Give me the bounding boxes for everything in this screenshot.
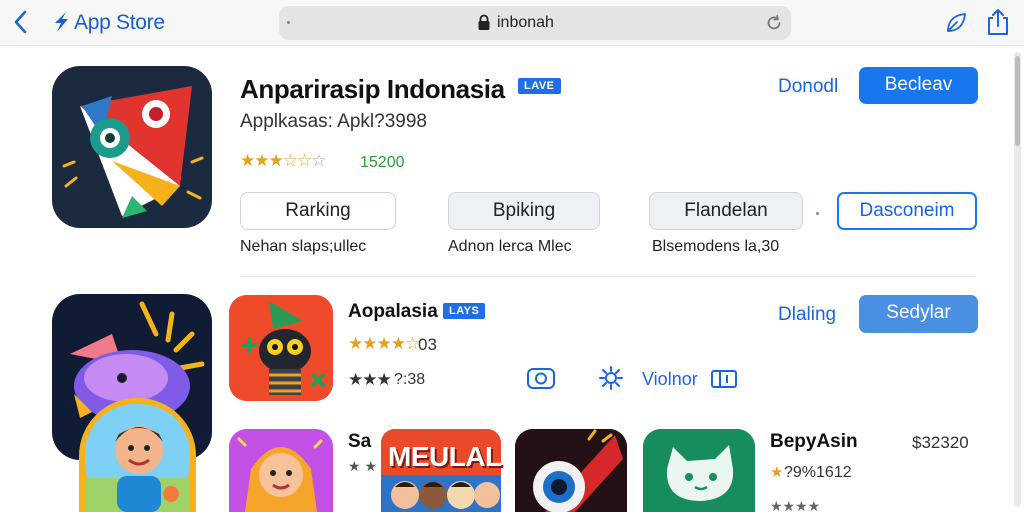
second-open-link[interactable]: Dlaling [778, 304, 836, 326]
chip-booking[interactable]: Bpiking [448, 192, 600, 230]
address-bar[interactable]: inbonah [279, 6, 791, 40]
creature-app-icon[interactable] [229, 295, 333, 401]
third-app-title[interactable]: BepyAsin [770, 431, 858, 453]
chip-dot [816, 212, 819, 215]
scrollbar-thumb[interactable] [1015, 56, 1020, 146]
back-chevron-icon[interactable] [10, 9, 32, 35]
second-rating-count: 03 [418, 335, 437, 354]
chip-flandelan[interactable]: Flandelan [649, 192, 803, 230]
share-icon[interactable] [985, 8, 1011, 36]
featured-open-link[interactable]: Donodl [778, 76, 838, 98]
second-app-title[interactable]: Aopalasia [348, 301, 438, 323]
featured-get-button[interactable]: Becleav [859, 67, 978, 104]
reload-icon[interactable] [765, 14, 783, 32]
third-app-price[interactable]: $32320 [912, 433, 969, 453]
chip-flandelan-caption: Blsemodens la,30 [652, 238, 780, 255]
featured-app-icon[interactable] [52, 66, 212, 228]
boy-character-icon [85, 404, 190, 512]
app-store-icon [55, 12, 68, 32]
third-app-rating-text: ?9%1612 [784, 464, 852, 481]
paper-plane-icon [62, 86, 204, 218]
chip-ranking-caption: Nehan slaps;ullec [240, 238, 367, 255]
featured-rating-count: 15200 [360, 154, 405, 171]
girl-character-icon [229, 429, 333, 512]
featured-rating-stars: ★★★☆☆☆ [240, 151, 326, 170]
address-dot-icon [287, 21, 290, 24]
second-meta-text: ?:38 [394, 371, 426, 388]
third-app-bottom-stars: ★★★★ [770, 498, 821, 512]
third-row-stars: ★ ★ [348, 458, 377, 474]
featured-app-title[interactable]: Anparirasip Indonasia [240, 74, 505, 105]
girl-app-icon[interactable] [229, 429, 333, 512]
kids-app-icon[interactable] [79, 398, 196, 512]
rocket-icon [515, 429, 627, 512]
lock-icon [478, 14, 490, 30]
address-text: inbonah [497, 14, 554, 31]
poster-title: MEULAL [388, 441, 502, 472]
second-meta-stars: ★★★ [348, 370, 392, 389]
viewer-link[interactable]: Violnor [642, 369, 698, 390]
store-title[interactable]: App Store [74, 11, 165, 35]
rocket-app-icon[interactable] [515, 429, 627, 512]
featured-action-button[interactable]: Dasconeim [837, 192, 977, 230]
second-rating-stars: ★★★★☆ [348, 334, 420, 353]
creature-icon [229, 295, 333, 401]
leaf-icon[interactable] [944, 11, 968, 35]
second-app-badge: LAYS [443, 303, 486, 319]
cat-icon [643, 429, 755, 512]
featured-app-badge: LAVE [518, 78, 561, 94]
camera-icon[interactable] [526, 366, 556, 390]
section-divider [240, 276, 976, 277]
chip-ranking[interactable]: Rarking [240, 192, 396, 230]
gear-icon[interactable] [597, 364, 625, 392]
chip-booking-caption: Adnon lerca Mlec [448, 238, 572, 255]
featured-app-subtitle: Applkasas: Apkl?3998 [240, 111, 427, 132]
third-row-title[interactable]: Sa [348, 431, 371, 453]
slider-icon[interactable] [710, 368, 738, 390]
browser-toolbar: App Store inbonah [0, 0, 1024, 46]
third-app-rating-stars: ★ [770, 464, 783, 481]
cat-app-icon[interactable] [643, 429, 755, 512]
second-get-button[interactable]: Sedylar [859, 295, 978, 333]
